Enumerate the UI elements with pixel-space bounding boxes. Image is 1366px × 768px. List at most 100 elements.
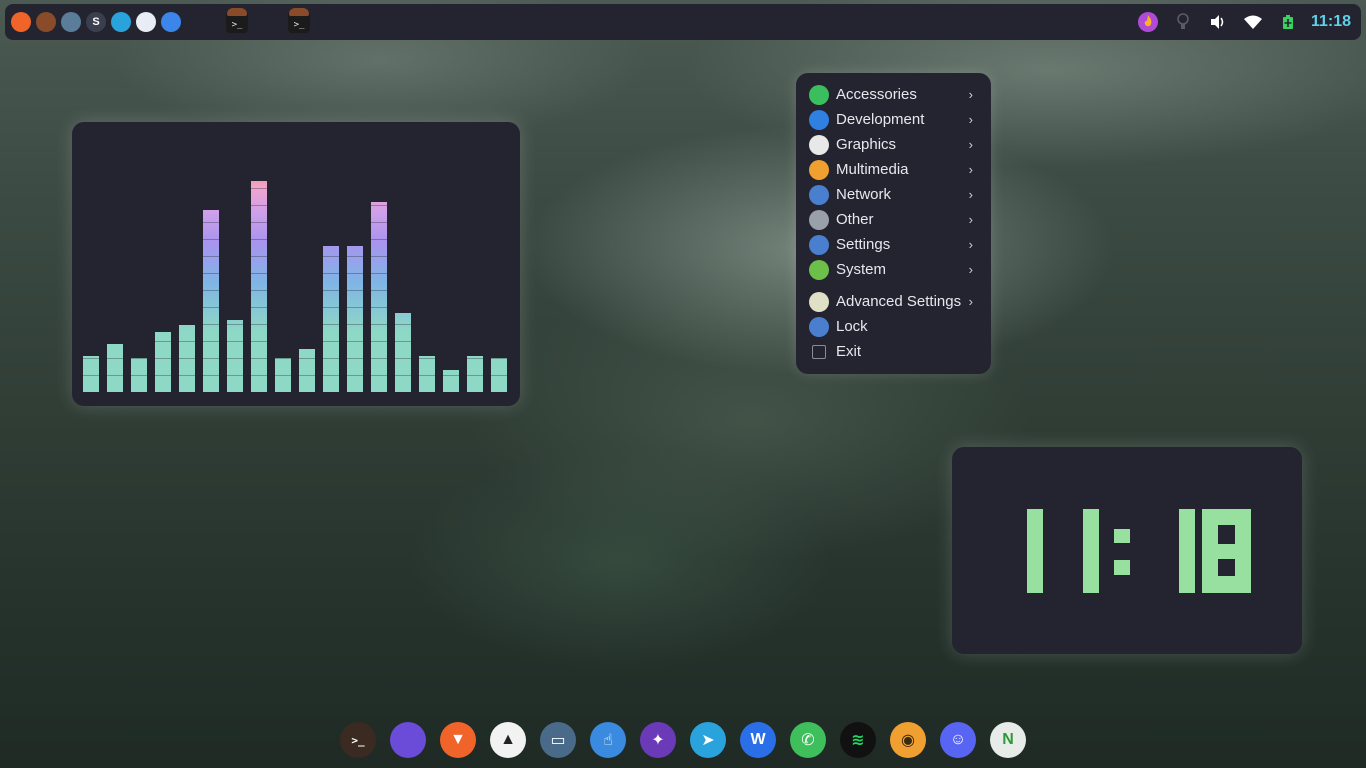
terminal-icon[interactable] [36, 12, 56, 32]
chevron-right-icon: › [968, 187, 973, 202]
wps-dock-icon[interactable]: W [740, 722, 776, 758]
visualizer-bar [131, 358, 147, 392]
spotify-dock-icon[interactable]: ≋ [840, 722, 876, 758]
audacious-dock-icon[interactable]: ◉ [890, 722, 926, 758]
menu-item-advanced-settings[interactable]: Advanced Settings › [796, 289, 991, 314]
digit-8-hole-top [1218, 525, 1235, 544]
menu-item-other[interactable]: Other › [796, 207, 991, 232]
terminal-glyph: >_ [351, 733, 365, 747]
digit-8 [1202, 509, 1251, 593]
brave-glyph: ▼ [450, 731, 466, 748]
menu-item-lock[interactable]: Lock [796, 314, 991, 339]
menu-item-label: Network [836, 186, 892, 203]
remote-desktop-icon[interactable] [61, 12, 81, 32]
menu-item-exit[interactable]: Exit [796, 339, 991, 364]
terminal-dock-icon[interactable]: >_ [340, 722, 376, 758]
cube-icon[interactable] [136, 12, 156, 32]
discord-glyph: ☺ [949, 731, 967, 748]
digital-clock-widget: 11:18 [952, 447, 1302, 654]
menu-item-graphics[interactable]: Graphics › [796, 132, 991, 157]
network-icon [809, 184, 829, 205]
visualizer-bar [467, 356, 483, 392]
digit-1-c [1179, 509, 1195, 593]
menu-item-label: Multimedia [836, 161, 909, 178]
menu-item-label: System [836, 261, 887, 278]
whatsapp-glyph: ✆ [801, 732, 815, 749]
brave-icon[interactable] [11, 12, 31, 32]
whatsapp-dock-icon[interactable]: ✆ [790, 722, 826, 758]
wifi-icon[interactable] [1242, 11, 1264, 33]
visualizer-bar [419, 356, 435, 392]
colon-bottom [1114, 560, 1130, 575]
chevron-right-icon: › [968, 262, 973, 277]
system-tray: 11:18 [1124, 11, 1355, 33]
terminal-task-icon[interactable]: >_ [288, 8, 310, 33]
digit-1-b [1083, 509, 1099, 593]
visualizer-bar [251, 181, 267, 392]
visualizer-bar [155, 332, 171, 392]
menu-action-list: Advanced Settings › Lock Exit [796, 289, 991, 364]
menu-item-label: Accessories [836, 86, 917, 103]
menu-item-multimedia[interactable]: Multimedia › [796, 157, 991, 182]
multimedia-icon [809, 159, 829, 180]
terminal-prompt-glyph: >_ [293, 20, 305, 30]
menu-item-network[interactable]: Network › [796, 182, 991, 207]
neovim-glyph: N [1002, 731, 1014, 748]
skype-glyph: S [92, 16, 100, 28]
system-icon [809, 259, 829, 280]
chevron-right-icon: › [968, 237, 973, 252]
remote-desktop-dock-icon[interactable]: ▭ [540, 722, 576, 758]
wps-glyph: W [750, 731, 766, 748]
visualizer-bars [83, 122, 513, 392]
menu-item-label: Graphics [836, 136, 897, 153]
visualizer-bar [275, 358, 291, 392]
exit-icon [812, 344, 826, 359]
flame-icon[interactable] [1137, 11, 1159, 33]
lock-icon [809, 316, 829, 337]
chevron-right-icon: › [968, 87, 973, 102]
audacious-glyph: ◉ [901, 732, 915, 749]
menu-item-settings[interactable]: Settings › [796, 232, 991, 257]
inkscape-dock-icon[interactable]: ▲ [490, 722, 526, 758]
menu-item-accessories[interactable]: Accessories › [796, 82, 991, 107]
brave-dock-icon[interactable]: ▼ [440, 722, 476, 758]
visualizer-bar [323, 246, 339, 392]
chevron-right-icon: › [968, 162, 973, 177]
development-icon [809, 109, 829, 130]
menu-item-label: Development [836, 111, 925, 128]
telegram-glyph: ➤ [701, 732, 715, 749]
discord-dock-icon[interactable]: ☺ [940, 722, 976, 758]
files-icon[interactable] [161, 12, 181, 32]
files-dock-icon[interactable] [390, 722, 426, 758]
audio-visualizer-widget [72, 122, 520, 406]
menu-item-system[interactable]: System › [796, 257, 991, 282]
chevron-right-icon: › [968, 294, 973, 309]
menu-item-development[interactable]: Development › [796, 107, 991, 132]
volume-icon[interactable] [1207, 11, 1229, 33]
digit-8-hole-bottom [1218, 559, 1235, 576]
visualizer-bar [443, 370, 459, 392]
advanced-settings-icon [809, 291, 829, 312]
visualizer-bar [83, 356, 99, 392]
menu-item-label: Advanced Settings [836, 293, 962, 310]
neovim-dock-icon[interactable]: N [990, 722, 1026, 758]
bulb-icon[interactable] [1172, 11, 1194, 33]
graphics-icon [809, 134, 829, 155]
menu-item-label: Lock [836, 318, 868, 335]
telegram-icon[interactable] [111, 12, 131, 32]
telegram-dock-icon[interactable]: ➤ [690, 722, 726, 758]
visualizer-bar [107, 344, 123, 392]
menu-category-list: Accessories › Development › Graphics › Multime… [796, 82, 991, 282]
firefox-dock-icon[interactable]: ✦ [640, 722, 676, 758]
touch-dock-icon[interactable]: ☝ [590, 722, 626, 758]
digit-1-a [1027, 509, 1043, 593]
terminal-task-icon[interactable]: >_ [226, 8, 248, 33]
panel-clock[interactable]: 11:18 [1311, 13, 1351, 31]
visualizer-bar [203, 210, 219, 392]
battery-icon[interactable] [1277, 11, 1299, 33]
visualizer-bar [227, 320, 243, 392]
chevron-right-icon: › [968, 212, 973, 227]
taskbar: >_ >_ [186, 8, 310, 33]
skype-icon[interactable]: S [86, 12, 106, 32]
dock: >_ ▼ ▲ ▭ ☝ ✦ ➤ W ✆ ≋ ◉ ☺ N [340, 722, 1040, 758]
